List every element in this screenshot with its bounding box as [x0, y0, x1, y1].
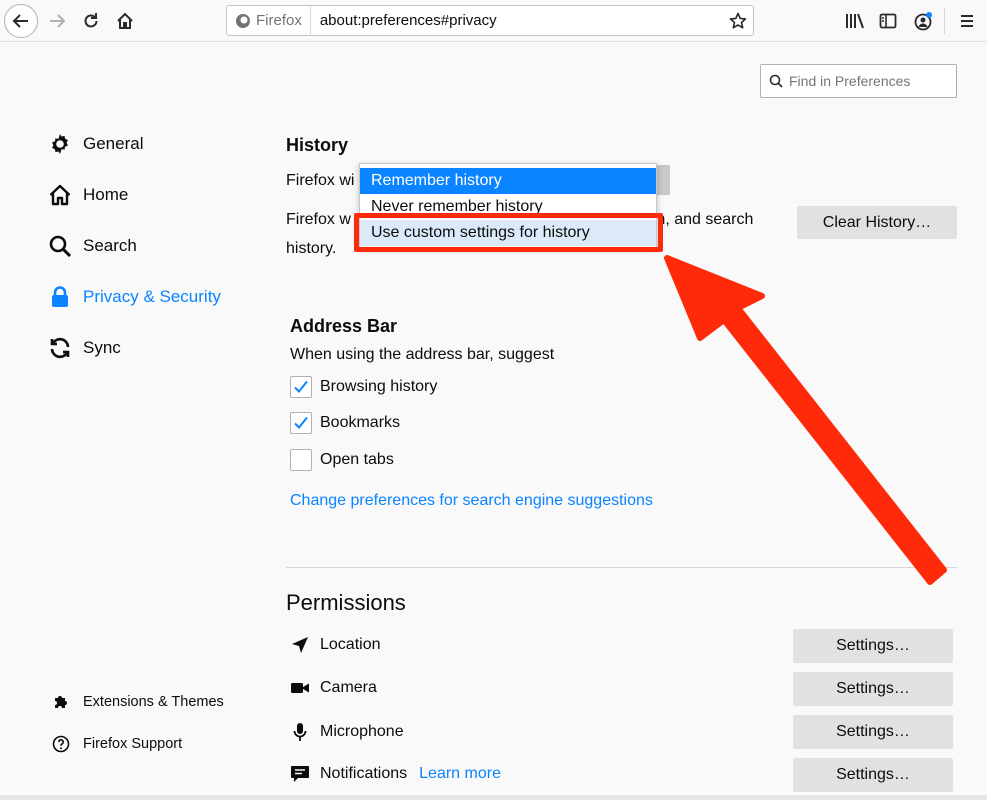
sidebar-item-privacy-security[interactable]: Privacy & Security: [47, 283, 221, 311]
browsing-history-option[interactable]: Browsing history: [290, 376, 437, 398]
lock-icon: [47, 284, 73, 310]
checkmark-icon: [294, 416, 308, 429]
back-button[interactable]: [4, 4, 38, 38]
bookmark-star-button[interactable]: [723, 12, 753, 30]
checkbox-unchecked[interactable]: [290, 449, 312, 471]
gear-icon: [47, 131, 73, 157]
address-bar-heading: Address Bar: [290, 316, 398, 336]
dropdown-option-remember[interactable]: Remember history: [360, 168, 656, 194]
identity-box[interactable]: Firefox: [227, 6, 311, 35]
notifications-settings-button[interactable]: Settings…: [793, 758, 953, 792]
forward-button[interactable]: [42, 6, 72, 36]
firefox-logo-icon: [236, 13, 250, 28]
checkbox-checked[interactable]: [290, 376, 312, 398]
learn-more-link[interactable]: Learn more: [419, 765, 501, 783]
browser-toolbar: Firefox about:preferences#privacy: [0, 0, 987, 42]
checkbox-checked[interactable]: [290, 412, 312, 434]
url-text[interactable]: about:preferences#privacy: [311, 12, 723, 29]
home-icon: [47, 182, 73, 208]
identity-label: Firefox: [256, 12, 302, 29]
sidebar-icon: [879, 13, 897, 29]
account-icon: [914, 12, 932, 31]
sidebar-item-home[interactable]: Home: [47, 181, 128, 209]
section-divider: [286, 567, 957, 568]
sidebar-footer-support[interactable]: Firefox Support: [51, 734, 182, 754]
sidebar-toggle-button[interactable]: [873, 6, 903, 36]
permission-label: Location: [320, 636, 381, 653]
location-arrow-icon: [290, 636, 310, 654]
option-label: Open tabs: [320, 451, 394, 468]
account-button[interactable]: [908, 6, 938, 36]
permission-label: Microphone: [320, 723, 404, 740]
history-mode-label: Firefox wi: [286, 172, 355, 189]
camera-icon: [290, 680, 310, 696]
camera-settings-button[interactable]: Settings…: [793, 672, 953, 706]
search-suggestions-link[interactable]: Change preferences for search engine sug…: [290, 492, 653, 510]
sidebar-item-label: Privacy & Security: [83, 287, 221, 306]
history-description-start: Firefox w: [286, 211, 351, 228]
sidebar-item-label: Search: [83, 236, 137, 255]
bottom-scroll-track: [0, 795, 987, 800]
history-description-line2: history.: [286, 240, 337, 257]
permission-label: Notifications: [320, 765, 408, 782]
bookmarks-option[interactable]: Bookmarks: [290, 412, 400, 434]
checkmark-icon: [294, 380, 308, 393]
open-tabs-option[interactable]: Open tabs: [290, 449, 394, 471]
library-icon: [846, 13, 864, 29]
sidebar-item-sync[interactable]: Sync: [47, 334, 121, 362]
forward-arrow-icon: [50, 14, 66, 28]
permission-microphone: Microphone: [290, 722, 404, 742]
footer-item-label: Firefox Support: [83, 736, 183, 752]
option-label: Browsing history: [320, 378, 438, 395]
search-icon: [47, 233, 73, 259]
star-icon: [729, 12, 747, 28]
home-icon: [117, 12, 133, 29]
notification-icon: [290, 765, 310, 783]
sidebar-item-label: General: [83, 134, 144, 153]
search-icon: [769, 74, 783, 88]
sidebar-item-label: Home: [83, 185, 129, 204]
permission-location: Location: [290, 636, 381, 654]
sidebar-item-search[interactable]: Search: [47, 232, 137, 260]
sidebar-item-general[interactable]: General: [47, 130, 143, 158]
address-bar[interactable]: Firefox about:preferences#privacy: [226, 5, 754, 36]
microphone-settings-button[interactable]: Settings…: [793, 715, 953, 749]
help-icon: [51, 735, 71, 753]
sync-icon: [47, 335, 73, 361]
location-settings-button[interactable]: Settings…: [793, 629, 953, 663]
annotation-highlight-box: [354, 213, 663, 252]
find-input[interactable]: [789, 73, 949, 89]
permission-label: Camera: [320, 679, 377, 696]
toolbar-separator: [944, 8, 945, 34]
find-in-preferences[interactable]: [760, 64, 957, 98]
clear-history-button[interactable]: Clear History…: [797, 206, 957, 239]
home-button[interactable]: [110, 6, 140, 36]
library-button[interactable]: [840, 6, 870, 36]
option-label: Bookmarks: [320, 414, 401, 431]
hamburger-menu-icon: [961, 15, 973, 27]
sidebar-footer-extensions[interactable]: Extensions & Themes: [51, 692, 224, 712]
permission-notifications: Notifications Learn more: [290, 765, 501, 783]
sidebar-item-label: Sync: [83, 338, 121, 357]
history-heading: History: [286, 135, 349, 155]
reload-button[interactable]: [76, 6, 106, 36]
puzzle-icon: [51, 693, 71, 711]
address-bar-subtitle: When using the address bar, suggest: [290, 346, 555, 363]
permissions-heading: Permissions: [286, 590, 406, 615]
back-arrow-icon: [12, 14, 28, 28]
permission-camera: Camera: [290, 679, 377, 697]
reload-icon: [84, 13, 98, 28]
history-description-end: m, and search: [652, 211, 754, 228]
footer-item-label: Extensions & Themes: [83, 694, 224, 710]
microphone-icon: [290, 722, 310, 742]
menu-button[interactable]: [952, 6, 982, 36]
